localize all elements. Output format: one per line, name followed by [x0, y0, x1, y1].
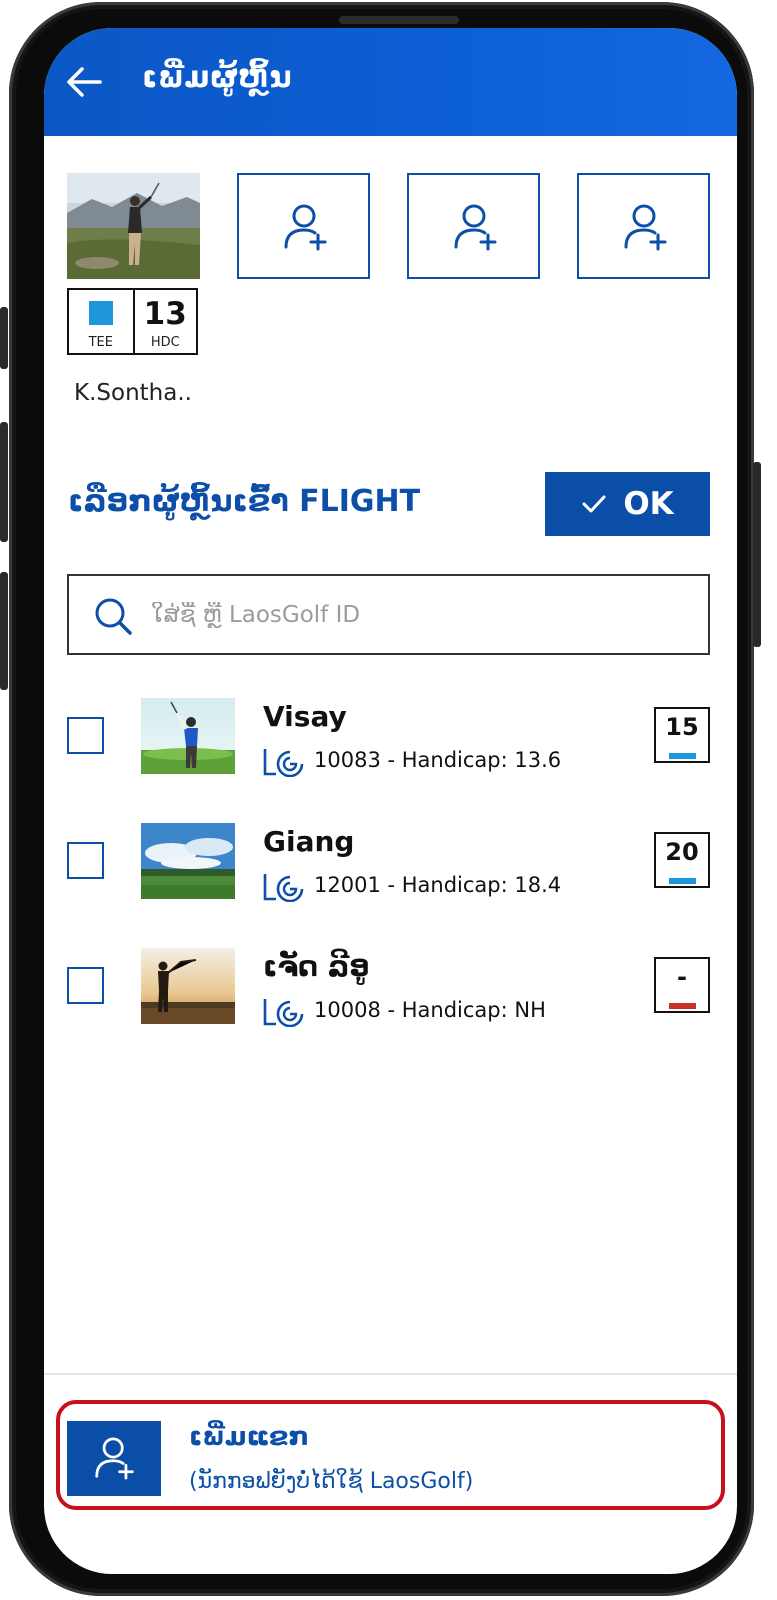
player-handicap-badge: 15 — [654, 707, 710, 763]
tee-cell: TEE — [69, 290, 133, 353]
player-checkbox[interactable] — [67, 967, 104, 1004]
add-user-icon — [624, 204, 667, 251]
search-input[interactable] — [151, 590, 691, 640]
player-info: 10008 - Handicap: NH — [314, 998, 546, 1022]
back-button[interactable] — [64, 64, 104, 100]
add-player-slot-2[interactable] — [237, 173, 370, 279]
search-box[interactable] — [67, 574, 710, 655]
player-info: 10083 - Handicap: 13.6 — [314, 748, 562, 772]
footer-divider — [44, 1373, 737, 1375]
tee-color-bar — [669, 753, 696, 759]
selected-player-name: K.Sontha.. — [74, 380, 192, 406]
add-guest-title[interactable]: ເພີ່ມແຂກ — [189, 1422, 309, 1452]
player-photo[interactable] — [67, 173, 200, 279]
add-player-slot-4[interactable] — [577, 173, 710, 279]
add-guest-button[interactable] — [67, 1421, 161, 1496]
player-handicap-badge: - — [654, 957, 710, 1013]
check-icon — [582, 495, 606, 513]
mute-switch — [0, 307, 8, 369]
golf-course-photo-image — [141, 823, 235, 899]
add-player-slot-3[interactable] — [407, 173, 540, 279]
volume-down-button — [0, 572, 8, 690]
hdc-cell: 13 HDC — [132, 290, 197, 353]
power-button — [753, 462, 761, 647]
volume-up-button — [0, 422, 8, 542]
add-user-icon — [284, 204, 327, 251]
player-handicap-value: - — [677, 963, 687, 991]
add-user-icon — [454, 204, 497, 251]
add-user-icon — [95, 1437, 134, 1480]
phone-frame: ເພີ່ມຜູ້ຫຼິ້ນ TEE 13 HDC K.Sontha.. ເລືອ… — [0, 2, 761, 1596]
player-row[interactable]: ເຈັດ ລີອູ 10008 - Handicap: NH - — [44, 948, 737, 1048]
tee-color-bar — [669, 878, 696, 884]
laosgolf-logo-icon — [263, 749, 304, 777]
hdc-label: HDC — [150, 335, 180, 350]
player-name: Visay — [263, 700, 347, 733]
player-row[interactable]: Giang 12001 - Handicap: 18.4 20 — [44, 823, 737, 923]
tee-color-bar — [669, 1003, 696, 1009]
tee-label: TEE — [88, 335, 113, 350]
app-screen: ເພີ່ມຜູ້ຫຼິ້ນ TEE 13 HDC K.Sontha.. ເລືອ… — [44, 28, 737, 1574]
arrow-left-icon — [67, 67, 102, 97]
tee-hdc-box: TEE 13 HDC — [67, 288, 198, 355]
laosgolf-logo-icon — [263, 874, 304, 902]
player-handicap-value: 15 — [665, 713, 699, 741]
player-photo — [141, 698, 235, 774]
player-checkbox[interactable] — [67, 717, 104, 754]
player-handicap-value: 20 — [665, 838, 699, 866]
golfer-photo-image — [141, 698, 235, 774]
player-photo — [141, 948, 235, 1024]
tee-color-square — [89, 301, 113, 325]
player-info: 12001 - Handicap: 18.4 — [314, 873, 562, 897]
player-photo — [141, 823, 235, 899]
player-row[interactable]: Visay 10083 - Handicap: 13.6 15 — [44, 698, 737, 798]
player-name: Giang — [263, 825, 355, 858]
player-handicap-badge: 20 — [654, 832, 710, 888]
select-players-heading: ເລືອກຜູ້ຫຼິ້ນເຂົ້າ FLIGHT — [68, 484, 421, 519]
ok-button[interactable]: OK — [545, 472, 710, 536]
sunset-golfer-photo-image — [141, 948, 235, 1024]
ok-label: OK — [623, 486, 674, 522]
speaker-grille — [339, 16, 459, 24]
add-guest-subtitle: (ນັກກອຟຍັງບໍ່ໄດ້ໃຊ້ LaosGolf) — [189, 1469, 474, 1494]
player-checkbox[interactable] — [67, 842, 104, 879]
search-icon — [95, 598, 132, 635]
app-bar: ເພີ່ມຜູ້ຫຼິ້ນ — [44, 28, 737, 136]
page-title: ເພີ່ມຜູ້ຫຼິ້ນ — [142, 60, 293, 95]
laosgolf-logo-icon — [263, 999, 304, 1027]
hdc-value: 13 — [143, 296, 187, 332]
golfer-photo-image — [67, 173, 200, 279]
player-name: ເຈັດ ລີອູ — [263, 950, 370, 983]
